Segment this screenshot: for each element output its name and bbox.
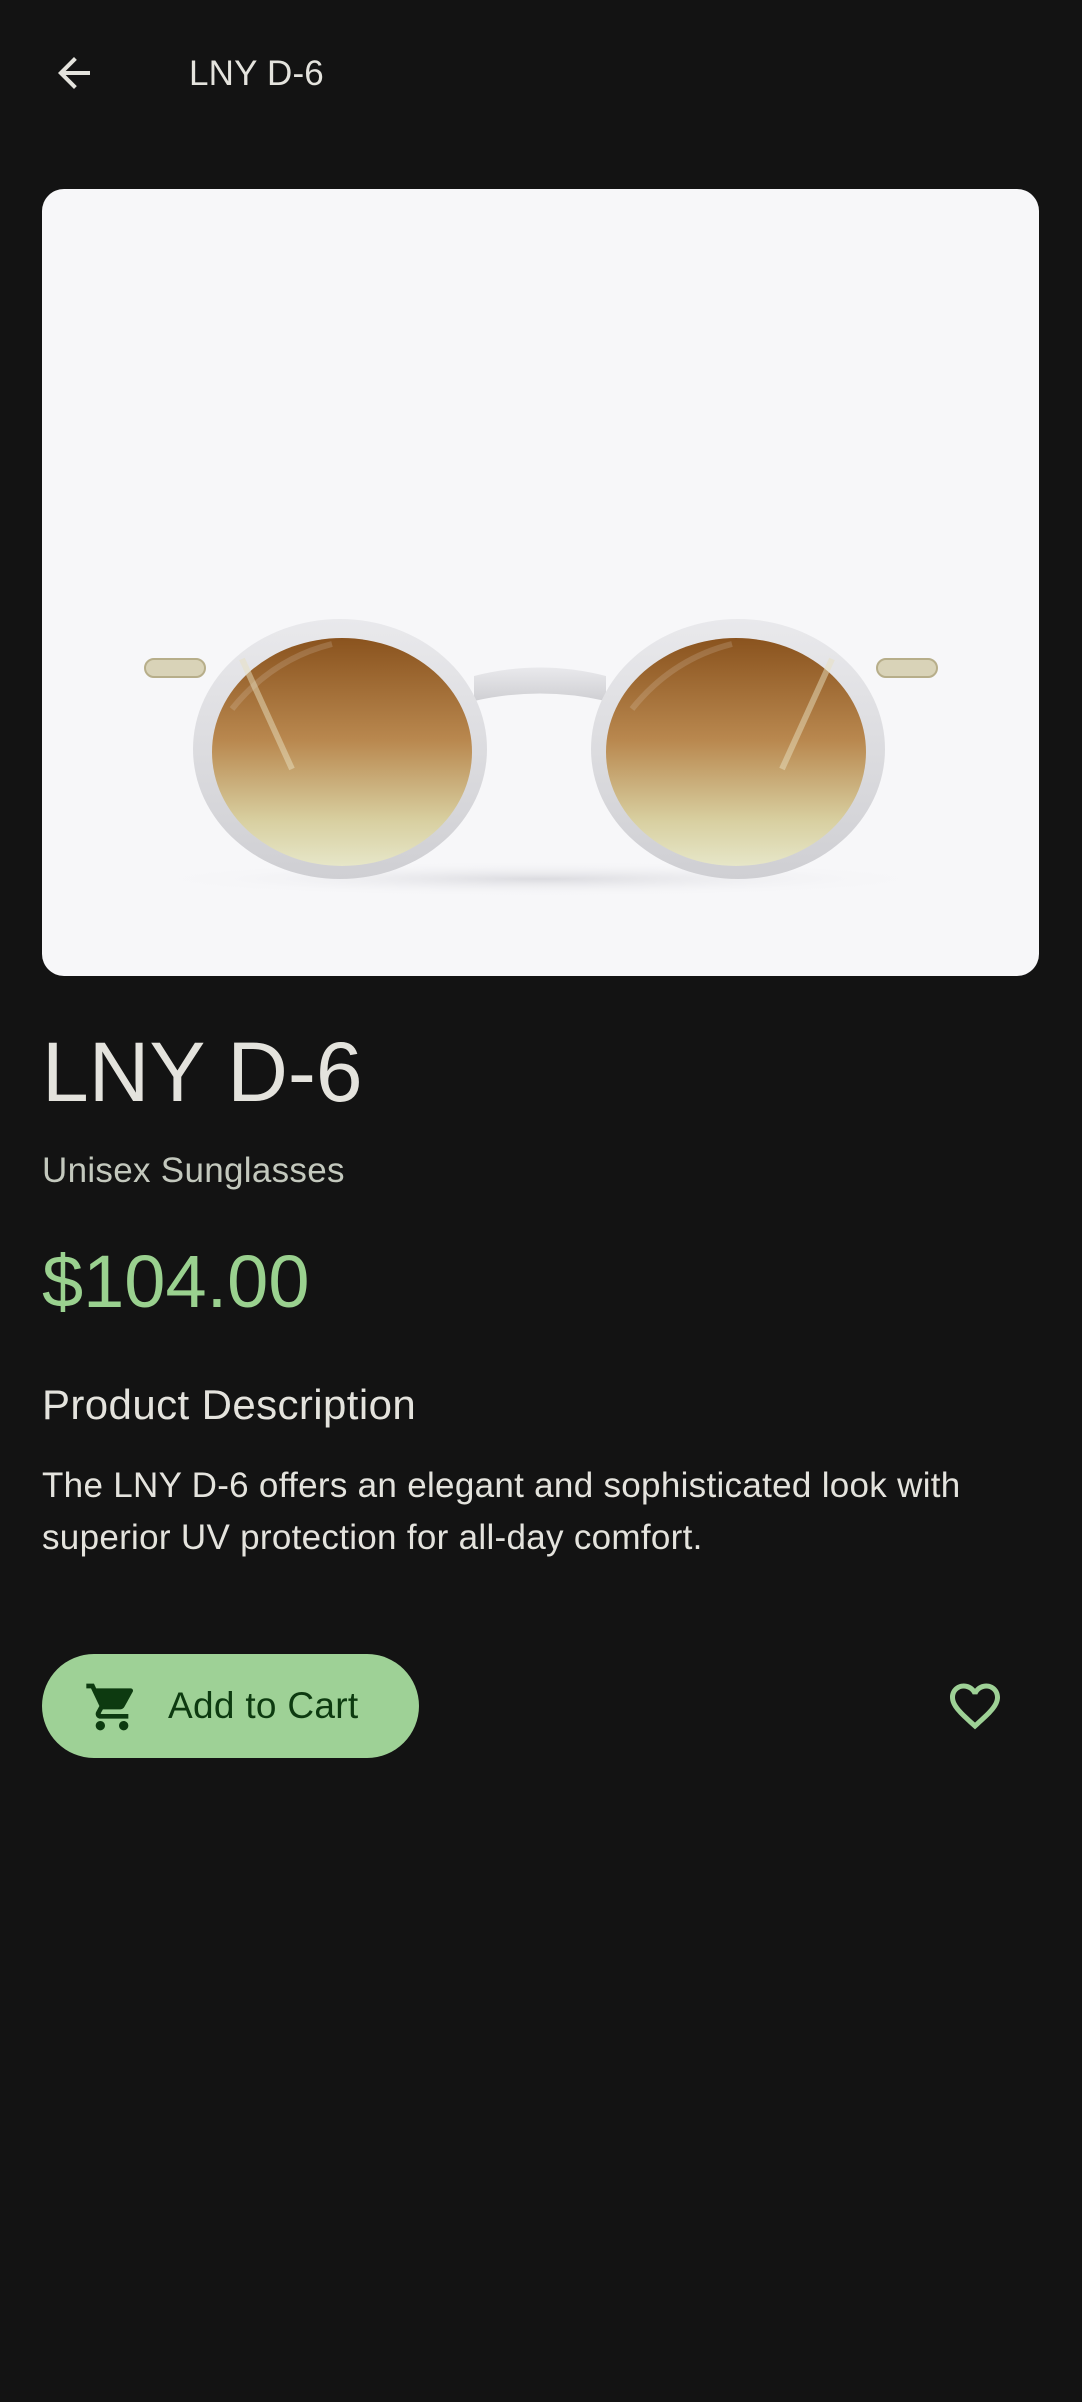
shopping-cart-icon [86,1683,134,1731]
product-image [42,189,1039,976]
heart-outline-icon [950,1683,1000,1730]
app-bar-title: LNY D-6 [189,54,324,93]
arrow-back-icon [58,57,90,89]
product-description: The LNY D-6 offers an elegant and sophis… [42,1466,961,1557]
description-title: Product Description [42,1381,417,1428]
favorite-button[interactable] [931,1662,1019,1750]
product-name: LNY D-6 [42,1025,363,1119]
top-app-bar: LNY D-6 [0,0,1082,148]
back-button[interactable] [30,29,118,117]
product-category: Unisex Sunglasses [42,1151,345,1190]
add-to-cart-label: Add to Cart [168,1685,359,1726]
product-price: $104.00 [42,1240,310,1323]
sunglasses-image [140,619,940,897]
add-to-cart-button[interactable]: Add to Cart [42,1654,419,1758]
